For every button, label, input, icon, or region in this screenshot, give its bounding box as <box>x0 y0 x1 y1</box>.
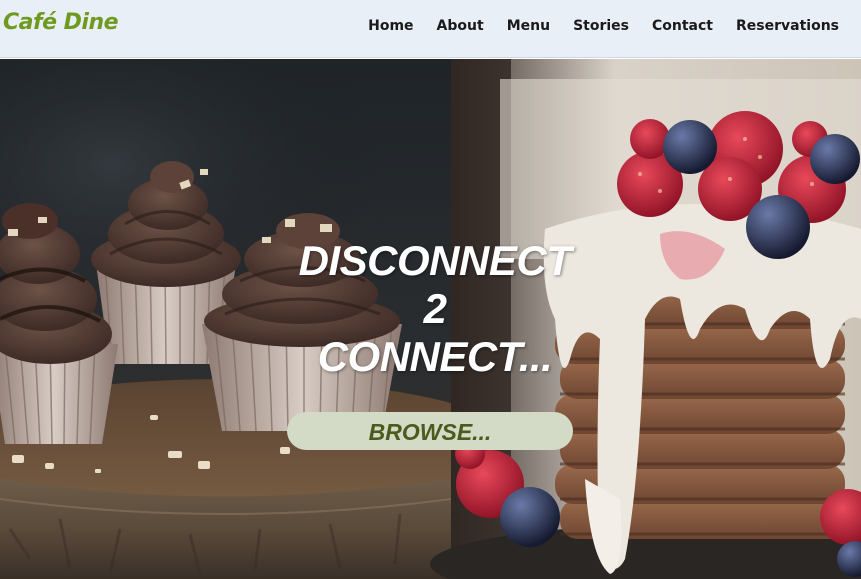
hero-title-line-3: CONNECT... <box>317 333 553 380</box>
hero-section: DISCONNECT 2 CONNECT... BROWSE... <box>0 59 861 579</box>
nav-stories[interactable]: Stories <box>573 18 629 34</box>
nav-contact[interactable]: Contact <box>652 18 713 34</box>
nav-menu[interactable]: Menu <box>507 18 550 34</box>
nav-about[interactable]: About <box>437 18 484 34</box>
hero-title-line-1: DISCONNECT <box>298 237 572 284</box>
nav-home[interactable]: Home <box>368 18 413 34</box>
hero-title: DISCONNECT 2 CONNECT... <box>0 237 861 381</box>
hero-title-line-2: 2 <box>423 285 447 332</box>
brand-logo[interactable]: Café Dine <box>3 10 119 35</box>
nav-reservations[interactable]: Reservations <box>736 18 839 34</box>
navbar: Café Dine Home About Menu Stories Contac… <box>0 0 861 58</box>
nav-links: Home About Menu Stories Contact Reservat… <box>345 18 839 34</box>
browse-button[interactable]: BROWSE... <box>287 412 573 450</box>
